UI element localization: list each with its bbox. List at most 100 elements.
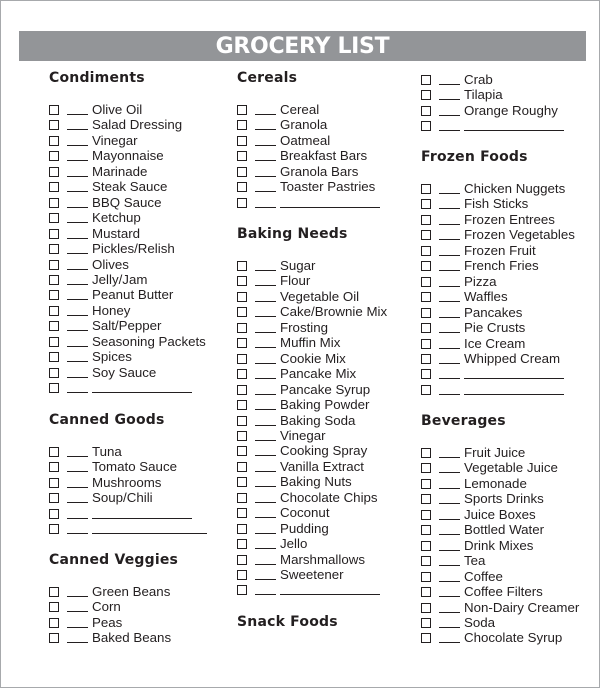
quantity-blank-line[interactable] — [67, 283, 88, 285]
checkbox[interactable] — [237, 446, 247, 457]
checkbox[interactable] — [421, 214, 431, 225]
checkbox[interactable] — [49, 602, 59, 613]
checkbox[interactable] — [421, 75, 431, 85]
checkbox[interactable] — [421, 587, 431, 598]
write-in-blank-line[interactable] — [280, 593, 380, 596]
quantity-blank-line[interactable] — [255, 532, 276, 534]
quantity-blank-line[interactable] — [255, 470, 276, 472]
quantity-blank-line[interactable] — [439, 347, 460, 349]
quantity-blank-line[interactable] — [67, 329, 88, 332]
quantity-blank-line[interactable] — [255, 159, 276, 162]
quantity-blank-line[interactable] — [255, 206, 276, 208]
quantity-blank-line[interactable] — [255, 315, 276, 318]
checkbox[interactable] — [49, 477, 59, 488]
checkbox[interactable] — [237, 307, 247, 318]
checkbox[interactable] — [421, 307, 431, 318]
quantity-blank-line[interactable] — [67, 314, 88, 316]
checkbox[interactable] — [237, 338, 247, 349]
checkbox[interactable] — [237, 322, 247, 333]
quantity-blank-line[interactable] — [255, 377, 276, 380]
checkbox[interactable] — [49, 213, 59, 224]
quantity-blank-line[interactable] — [255, 424, 276, 426]
checkbox[interactable] — [49, 290, 59, 301]
checkbox[interactable] — [49, 336, 59, 347]
quantity-blank-line[interactable] — [255, 144, 276, 146]
checkbox[interactable] — [237, 197, 247, 208]
checkbox[interactable] — [49, 321, 59, 332]
checkbox[interactable] — [421, 384, 431, 395]
quantity-blank-line[interactable] — [67, 190, 88, 193]
quantity-blank-line[interactable] — [439, 487, 460, 489]
quantity-blank-line[interactable] — [255, 485, 276, 488]
checkbox[interactable] — [49, 259, 59, 270]
write-in-blank-line[interactable] — [464, 393, 564, 395]
quantity-blank-line[interactable] — [67, 486, 88, 488]
quantity-blank-line[interactable] — [439, 269, 460, 272]
quantity-blank-line[interactable] — [67, 626, 88, 628]
quantity-blank-line[interactable] — [255, 269, 276, 271]
checkbox[interactable] — [237, 120, 247, 131]
quantity-blank-line[interactable] — [439, 377, 460, 380]
quantity-blank-line[interactable] — [439, 564, 460, 567]
quantity-blank-line[interactable] — [67, 128, 88, 131]
quantity-blank-line[interactable] — [255, 578, 276, 580]
quantity-blank-line[interactable] — [439, 223, 460, 225]
quantity-blank-line[interactable] — [67, 113, 88, 115]
checkbox[interactable] — [49, 135, 59, 146]
checkbox[interactable] — [49, 244, 59, 255]
checkbox[interactable] — [49, 120, 59, 131]
checkbox[interactable] — [421, 184, 431, 194]
checkbox[interactable] — [421, 509, 431, 520]
quantity-blank-line[interactable] — [439, 549, 460, 551]
quantity-blank-line[interactable] — [255, 331, 276, 333]
quantity-blank-line[interactable] — [439, 456, 460, 458]
quantity-blank-line[interactable] — [439, 316, 460, 318]
checkbox[interactable] — [237, 477, 247, 488]
checkbox[interactable] — [421, 494, 431, 505]
checkbox[interactable] — [49, 367, 59, 378]
checkbox[interactable] — [421, 602, 431, 613]
quantity-blank-line[interactable] — [255, 175, 276, 177]
checkbox[interactable] — [421, 261, 431, 272]
checkbox[interactable] — [49, 305, 59, 316]
quantity-blank-line[interactable] — [439, 98, 460, 101]
quantity-blank-line[interactable] — [255, 547, 276, 550]
checkbox[interactable] — [49, 197, 59, 208]
checkbox[interactable] — [421, 556, 431, 567]
checkbox[interactable] — [237, 384, 247, 395]
checkbox[interactable] — [237, 135, 247, 146]
quantity-blank-line[interactable] — [255, 501, 276, 503]
quantity-blank-line[interactable] — [67, 159, 88, 162]
checkbox[interactable] — [49, 151, 59, 162]
quantity-blank-line[interactable] — [67, 595, 88, 597]
quantity-blank-line[interactable] — [439, 471, 460, 474]
quantity-blank-line[interactable] — [439, 83, 460, 85]
checkbox[interactable] — [421, 463, 431, 474]
checkbox[interactable] — [49, 447, 59, 457]
checkbox[interactable] — [421, 353, 431, 364]
checkbox[interactable] — [49, 182, 59, 193]
quantity-blank-line[interactable] — [255, 516, 276, 519]
quantity-blank-line[interactable] — [67, 252, 88, 255]
checkbox[interactable] — [49, 105, 59, 115]
quantity-blank-line[interactable] — [67, 470, 88, 473]
quantity-blank-line[interactable] — [255, 393, 276, 395]
quantity-blank-line[interactable] — [67, 237, 88, 239]
quantity-blank-line[interactable] — [255, 563, 276, 565]
quantity-blank-line[interactable] — [439, 238, 460, 241]
quantity-blank-line[interactable] — [439, 502, 460, 505]
checkbox[interactable] — [237, 430, 247, 441]
quantity-blank-line[interactable] — [67, 376, 88, 378]
quantity-blank-line[interactable] — [439, 300, 460, 303]
checkbox[interactable] — [421, 105, 431, 116]
quantity-blank-line[interactable] — [67, 610, 88, 613]
checkbox[interactable] — [421, 478, 431, 489]
checkbox[interactable] — [421, 338, 431, 349]
checkbox[interactable] — [421, 323, 431, 334]
checkbox[interactable] — [49, 493, 59, 504]
checkbox[interactable] — [237, 151, 247, 162]
checkbox[interactable] — [237, 461, 247, 472]
checkbox[interactable] — [49, 617, 59, 628]
checkbox[interactable] — [237, 166, 247, 177]
quantity-blank-line[interactable] — [67, 360, 88, 363]
